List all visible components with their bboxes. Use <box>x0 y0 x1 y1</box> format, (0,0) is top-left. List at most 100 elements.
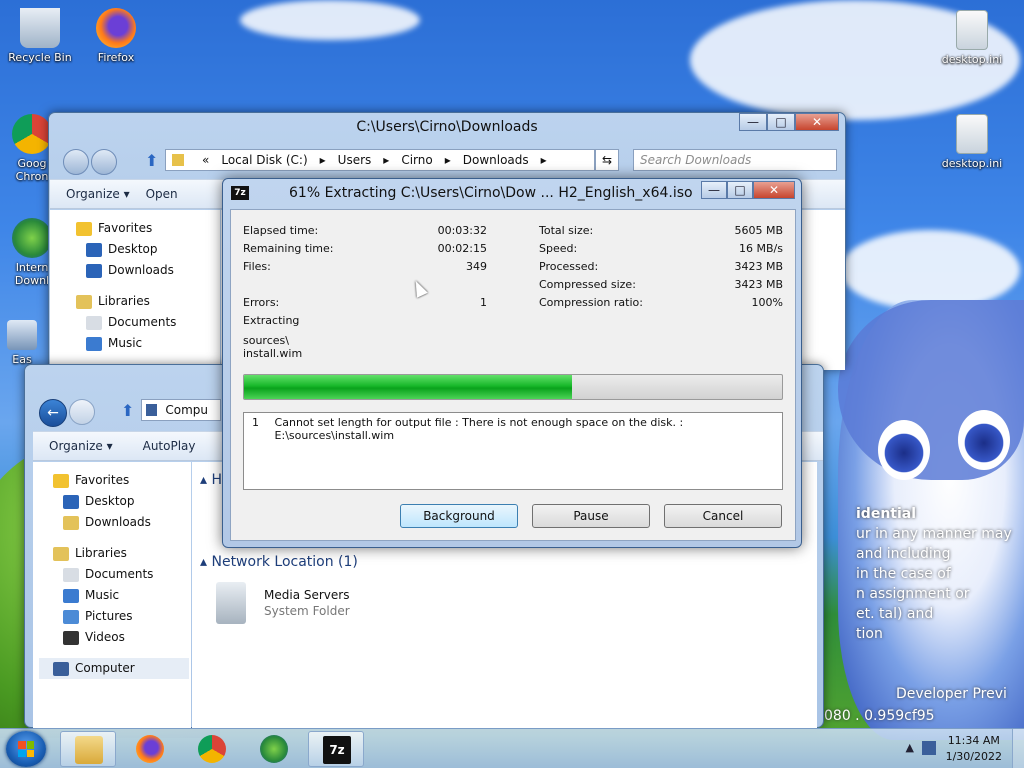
organize-button[interactable]: Organize ▾ <box>66 187 130 201</box>
window-title: C:\Users\Cirno\Downloads <box>356 119 538 135</box>
taskbar-7zip[interactable]: 7z <box>308 731 364 767</box>
extract-progress-dialog[interactable]: 7z 61% Extracting C:\Users\Cirno\Dow ...… <box>222 178 802 548</box>
remaining-time-value: 00:02:15 <box>437 242 487 255</box>
nav-libraries[interactable]: Libraries <box>53 543 191 564</box>
back-button[interactable]: ← <box>39 399 67 427</box>
minimize-button[interactable]: — <box>701 181 727 199</box>
close-button[interactable]: ✕ <box>795 113 839 131</box>
address-bar[interactable]: Compu <box>141 399 221 421</box>
up-arrow-icon[interactable]: ⬆ <box>145 151 158 170</box>
downloads-folder-icon <box>86 263 102 278</box>
music-icon <box>86 336 102 351</box>
windows-logo-icon <box>18 741 34 757</box>
desktop-icon-easy[interactable]: Eas <box>0 320 44 366</box>
nav-desktop[interactable]: Desktop <box>76 239 220 260</box>
breadcrumb-item[interactable]: Compu <box>165 403 208 417</box>
caption-buttons: — □ ✕ <box>701 181 795 199</box>
minimize-button[interactable]: — <box>739 113 767 131</box>
idm-icon <box>12 218 52 258</box>
open-button[interactable]: Open <box>146 187 178 201</box>
clock-date: 1/30/2022 <box>945 750 1002 763</box>
nav-favorites[interactable]: Favorites <box>53 470 191 491</box>
extraction-progress-bar <box>243 374 783 400</box>
desktop-icon-desktop-ini[interactable]: desktop.ini <box>934 114 1010 170</box>
desktop-icon-desktop-ini[interactable]: desktop.ini <box>934 10 1010 66</box>
chrome-icon <box>12 114 52 154</box>
item-name[interactable]: Media Servers <box>264 588 349 602</box>
nav-videos[interactable]: Videos <box>53 627 191 648</box>
group-header[interactable]: ▴ H <box>200 472 222 488</box>
taskbar: 7z ▲ 11:34 AM 1/30/2022 <box>0 728 1024 768</box>
start-button[interactable] <box>6 731 46 767</box>
nav-downloads[interactable]: Downloads <box>76 260 220 281</box>
network-icon[interactable] <box>922 741 936 755</box>
clock-time: 11:34 AM <box>947 734 1000 747</box>
show-desktop-button[interactable] <box>1012 729 1024 768</box>
folder-icon <box>172 154 184 166</box>
current-path: sources\ <box>243 334 289 347</box>
speed-label: Speed: <box>539 242 578 255</box>
taskbar-idm[interactable] <box>246 731 302 767</box>
taskbar-firefox[interactable] <box>122 731 178 767</box>
desktop-icon-recycle-bin[interactable]: Recycle Bin <box>2 8 78 64</box>
firefox-icon <box>136 735 164 763</box>
nav-music[interactable]: Music <box>76 333 220 354</box>
taskbar-explorer[interactable] <box>60 731 116 767</box>
7zip-logo-icon: 7z <box>231 186 249 200</box>
computer-icon <box>146 404 158 416</box>
nav-downloads[interactable]: Downloads <box>53 512 191 533</box>
forward-button[interactable] <box>91 149 117 175</box>
nav-pictures[interactable]: Pictures <box>53 606 191 627</box>
maximize-button[interactable]: □ <box>767 113 795 131</box>
show-hidden-icons-button[interactable]: ▲ <box>906 741 914 754</box>
clock[interactable]: 11:34 AM 1/30/2022 <box>946 733 1002 765</box>
idm-icon <box>260 735 288 763</box>
desktop-icon-firefox[interactable]: Firefox <box>78 8 154 64</box>
nav-favorites[interactable]: Favorites <box>76 218 220 239</box>
errors-value: 1 <box>480 296 487 309</box>
cancel-button[interactable]: Cancel <box>664 504 782 528</box>
log-row[interactable]: 1 Cannot set length for output file : Th… <box>252 416 774 442</box>
documents-icon <box>86 315 102 330</box>
elapsed-time-label: Elapsed time: <box>243 224 319 237</box>
address-bar[interactable]: « Local Disk (C:) ▸ Users ▸ Cirno ▸ Downloa… <box>165 149 595 171</box>
libraries-icon <box>76 294 92 309</box>
back-button[interactable] <box>63 149 89 175</box>
forward-button[interactable] <box>69 399 95 425</box>
nav-documents[interactable]: Documents <box>53 564 191 585</box>
compressed-size-label: Compressed size: <box>539 278 636 291</box>
item-type: System Folder <box>264 604 350 618</box>
breadcrumb-item[interactable]: Users <box>338 153 372 167</box>
search-input[interactable]: Search Downloads <box>633 149 837 171</box>
wallpaper-cloud <box>240 0 420 40</box>
organize-button[interactable]: Organize ▾ <box>49 439 113 453</box>
breadcrumb-item[interactable]: Downloads <box>463 153 529 167</box>
folder-icon <box>75 736 103 764</box>
nav-computer[interactable]: Computer <box>39 658 189 679</box>
desktop-icon <box>86 242 102 257</box>
close-button[interactable]: ✕ <box>753 181 795 199</box>
dialog-title: 61% Extracting C:\Users\Cirno\Dow ... H2… <box>289 185 693 201</box>
nav-libraries[interactable]: Libraries <box>76 291 220 312</box>
nav-desktop[interactable]: Desktop <box>53 491 191 512</box>
nav-music[interactable]: Music <box>53 585 191 606</box>
music-icon <box>63 588 79 603</box>
taskbar-chrome[interactable] <box>184 731 240 767</box>
nav-documents[interactable]: Documents <box>76 312 220 333</box>
star-icon <box>76 221 92 236</box>
maximize-button[interactable]: □ <box>727 181 753 199</box>
breadcrumb-item[interactable]: Cirno <box>401 153 432 167</box>
dialog-body: Elapsed time: 00:03:32 Remaining time: 0… <box>230 209 796 541</box>
pause-button[interactable]: Pause <box>532 504 650 528</box>
compressed-size-value: 3423 MB <box>734 278 783 291</box>
autoplay-button[interactable]: AutoPlay <box>143 439 196 453</box>
recycle-bin-icon <box>20 8 60 48</box>
refresh-button[interactable]: ⇆ <box>595 149 619 171</box>
up-arrow-icon[interactable]: ⬆ <box>121 401 134 420</box>
error-log-list[interactable]: 1 Cannot set length for output file : Th… <box>243 412 783 490</box>
navigation-pane: Favorites Desktop Downloads Libraries Do… <box>50 210 220 370</box>
group-header-network[interactable]: ▴ Network Location (1) <box>200 554 358 570</box>
breadcrumb-item[interactable]: Local Disk (C:) <box>221 153 307 167</box>
compression-ratio-label: Compression ratio: <box>539 296 643 309</box>
background-button[interactable]: Background <box>400 504 518 528</box>
